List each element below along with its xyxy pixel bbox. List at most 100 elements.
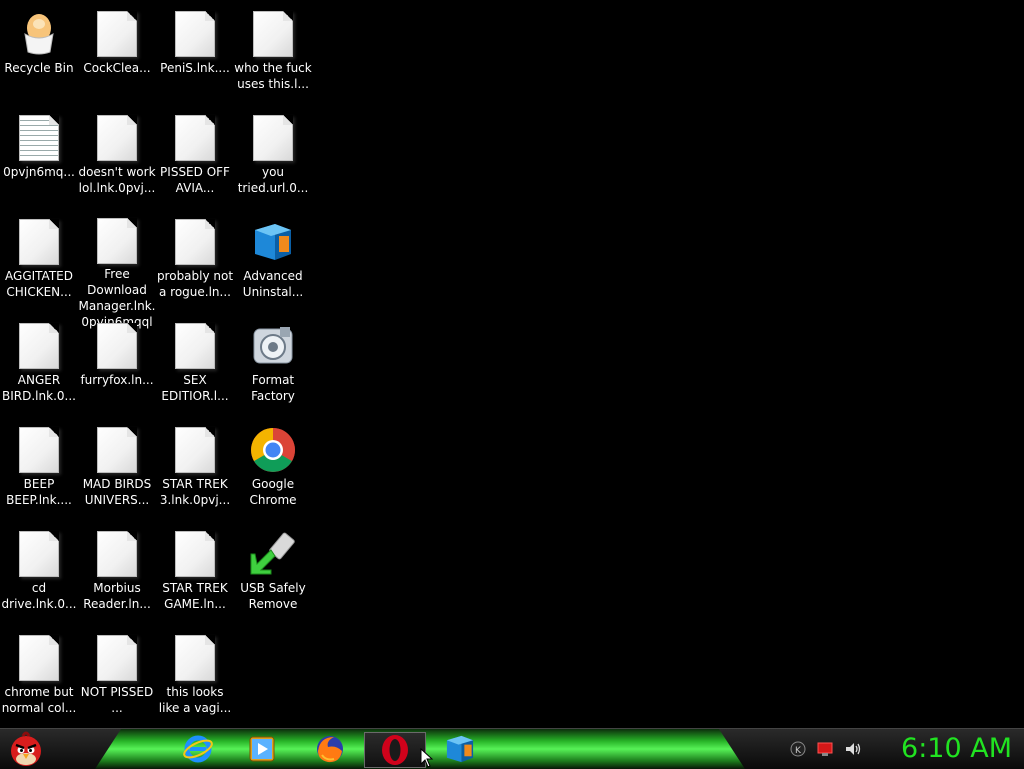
desktop-icon-label: STAR TREK GAME.ln... — [162, 581, 228, 611]
desktop-icon-usb-safely-remove[interactable]: USB Safely Remove — [234, 524, 312, 624]
format-factory-icon — [249, 322, 297, 370]
media-player-icon — [249, 736, 275, 762]
blank-file-icon — [249, 114, 297, 162]
desktop-icon-label: 0pvjn6mq... — [3, 165, 75, 179]
blank-file-icon — [15, 218, 63, 266]
desktop-icon-label: ANGER BIRD.lnk.0... — [2, 373, 76, 403]
desktop-icon-label: Format Factory — [251, 373, 295, 403]
desktop-icon-mad-birds[interactable]: MAD BIRDS UNIVERS... — [78, 420, 156, 520]
desktop-icon-label: SEX EDITIOR.l... — [161, 373, 229, 403]
desktop-icon-this-looks-like[interactable]: this looks like a vagi... — [156, 628, 234, 728]
taskbar-firefox-button[interactable] — [312, 732, 348, 766]
desktop-icon-label: probably not a rogue.ln... — [156, 269, 234, 299]
blank-file-icon — [15, 530, 63, 578]
blank-file-icon — [249, 10, 297, 58]
desktop-icon-label: STAR TREK 3.lnk.0pvj... — [159, 477, 231, 507]
desktop-icon-pissed-off-avia[interactable]: PISSED OFF AVIA... — [156, 108, 234, 208]
desktop-icon-label: PISSED OFF AVIA... — [160, 165, 230, 195]
desktop-icon-label: Advanced Uninstal... — [242, 269, 304, 299]
blank-file-icon — [171, 426, 219, 474]
blank-file-icon — [93, 218, 141, 264]
blank-file-icon — [15, 426, 63, 474]
desktop-icon-recycle-bin[interactable]: Recycle Bin — [0, 4, 78, 104]
desktop-icon-free-download-manager[interactable]: Free Download Manager.lnk. 0pvjn6mqql — [78, 212, 156, 329]
blank-file-icon — [171, 218, 219, 266]
desktop-icon-label: BEEP BEEP.lnk.... — [6, 477, 72, 507]
mouse-cursor-icon — [420, 748, 434, 768]
angry-bird-start-icon — [11, 731, 41, 766]
desktop-icon-label: furryfox.ln... — [80, 373, 154, 387]
taskbar: K 6:10 AM — [0, 728, 1024, 769]
desktop-icon-not-pissed[interactable]: NOT PISSED ... — [78, 628, 156, 728]
desktop-icon-google-chrome[interactable]: Google Chrome — [234, 420, 312, 520]
blank-file-icon — [93, 426, 141, 474]
desktop-icon-who-the-fuck[interactable]: who the fuck uses this.l... — [234, 4, 312, 104]
desktop-icon-aggitated-chicken[interactable]: AGGITATED CHICKEN... — [0, 212, 78, 312]
advanced-uninstaller-icon — [446, 735, 474, 763]
network-icon[interactable] — [816, 741, 834, 757]
desktop-icon-label: MAD BIRDS UNIVERS... — [82, 477, 152, 507]
desktop-icon-advanced-uninstaller[interactable]: Advanced Uninstal... — [234, 212, 312, 312]
blank-file-icon — [93, 322, 141, 370]
taskbar-advanced-uninstaller-button[interactable] — [442, 732, 478, 766]
usb-safely-remove-icon — [249, 530, 297, 578]
desktop-icon-label: you tried.url.0... — [237, 165, 309, 195]
desktop: Recycle Bin 0pvjn6mq... AGGITATED CHICKE… — [0, 0, 1024, 728]
opera-icon — [382, 735, 408, 765]
desktop-icon-chrome-but-normal[interactable]: chrome but normal col... — [0, 628, 78, 728]
firefox-icon — [317, 736, 343, 763]
blank-file-icon — [93, 114, 141, 162]
desktop-icon-star-trek-3[interactable]: STAR TREK 3.lnk.0pvj... — [156, 420, 234, 520]
desktop-icon-cockclea[interactable]: CockClea... — [78, 4, 156, 104]
blank-file-icon — [171, 530, 219, 578]
desktop-icon-probably-not-a-rogue[interactable]: probably not a rogue.ln... — [156, 212, 234, 312]
desktop-icon-sex-editior[interactable]: SEX EDITIOR.l... — [156, 316, 234, 416]
desktop-icon-label: chrome but normal col... — [1, 685, 77, 715]
internet-explorer-icon — [183, 735, 213, 763]
taskbar-opera-button[interactable] — [364, 732, 426, 768]
desktop-icon-label: PeniS.lnk.... — [160, 61, 230, 75]
keyboard-language-icon[interactable]: K — [790, 741, 806, 757]
blank-file-icon — [171, 114, 219, 162]
volume-icon[interactable] — [844, 741, 862, 757]
desktop-icon-morbius-reader[interactable]: Morbius Reader.ln... — [78, 524, 156, 624]
taskbar-media-player-button[interactable] — [244, 732, 280, 766]
desktop-icon-label: who the fuck uses this.l... — [234, 61, 312, 91]
desktop-icon-label: this looks like a vagi... — [158, 685, 232, 715]
blank-file-icon — [93, 530, 141, 578]
recycle-bin-egg-icon — [15, 10, 63, 58]
desktop-icon-0pvjn6mq[interactable]: 0pvjn6mq... — [0, 108, 78, 208]
desktop-icon-label: CockClea... — [83, 61, 151, 75]
desktop-icon-doesnt-work[interactable]: doesn't work lol.lnk.0pvj... — [78, 108, 156, 208]
desktop-icon-penis-lnk[interactable]: PeniS.lnk.... — [156, 4, 234, 104]
blank-file-icon — [171, 322, 219, 370]
desktop-icon-furryfox[interactable]: furryfox.ln... — [78, 316, 156, 416]
system-tray: K — [780, 729, 880, 769]
desktop-icon-label: AGGITATED CHICKEN... — [5, 269, 73, 299]
blank-file-icon — [171, 634, 219, 682]
blank-file-icon — [171, 10, 219, 58]
desktop-icon-anger-bird[interactable]: ANGER BIRD.lnk.0... — [0, 316, 78, 416]
blank-file-icon — [93, 634, 141, 682]
text-document-icon — [15, 114, 63, 162]
desktop-icon-label: cd drive.lnk.0... — [1, 581, 77, 611]
desktop-icon-label: USB Safely Remove — [240, 581, 306, 611]
taskbar-clock[interactable]: 6:10 AM — [901, 732, 1012, 766]
desktop-icon-label: NOT PISSED ... — [80, 685, 154, 715]
start-button[interactable] — [6, 730, 46, 768]
desktop-icon-cd-drive[interactable]: cd drive.lnk.0... — [0, 524, 78, 624]
desktop-icon-label: doesn't work lol.lnk.0pvj... — [78, 165, 156, 195]
desktop-icon-label: Google Chrome — [249, 477, 297, 507]
blank-file-icon — [15, 634, 63, 682]
advanced-uninstaller-icon — [249, 218, 297, 266]
desktop-icon-beep-beep[interactable]: BEEP BEEP.lnk.... — [0, 420, 78, 520]
blank-file-icon — [93, 10, 141, 58]
desktop-icon-label: Morbius Reader.ln... — [83, 581, 151, 611]
desktop-icon-format-factory[interactable]: Format Factory — [234, 316, 312, 416]
blank-file-icon — [15, 322, 63, 370]
taskbar-internet-explorer-button[interactable] — [180, 732, 216, 766]
desktop-icon-label: Recycle Bin — [4, 61, 74, 75]
chrome-icon — [249, 426, 297, 474]
desktop-icon-star-trek-game[interactable]: STAR TREK GAME.ln... — [156, 524, 234, 624]
desktop-icon-you-tried[interactable]: you tried.url.0... — [234, 108, 312, 208]
